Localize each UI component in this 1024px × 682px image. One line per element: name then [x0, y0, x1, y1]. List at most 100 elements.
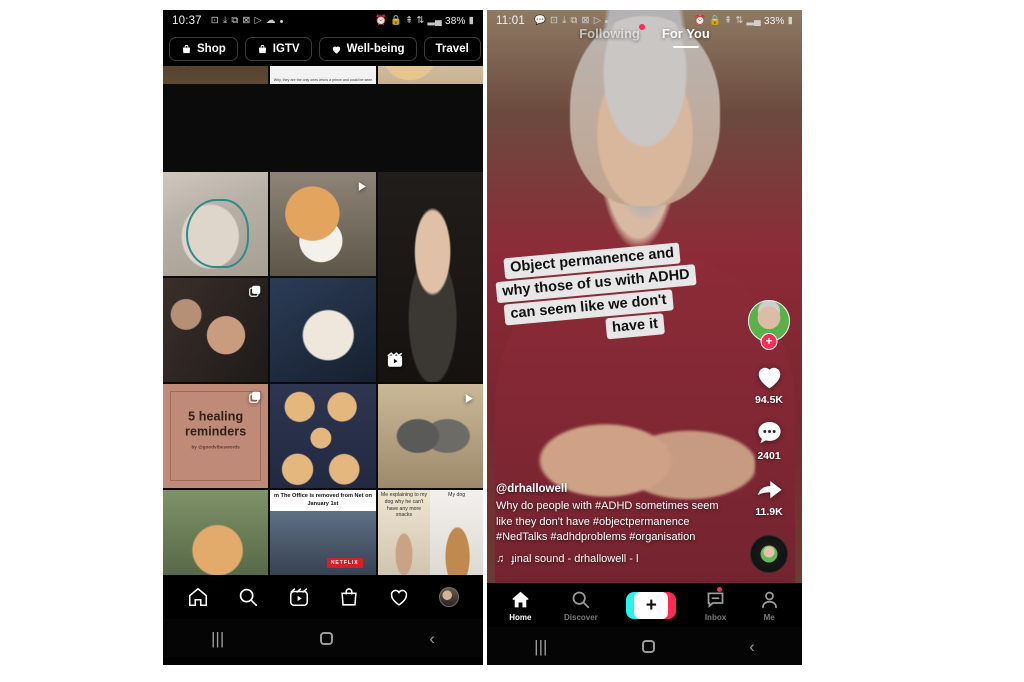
tile-dog-outline-drawing[interactable] — [163, 172, 269, 276]
music-disc-icon[interactable] — [750, 535, 788, 573]
nav-reels-icon[interactable] — [288, 586, 310, 608]
nav-search-icon[interactable] — [237, 586, 259, 608]
battery-icon: ▮ — [468, 15, 474, 27]
tile-puppies-on-stairs[interactable] — [377, 384, 483, 488]
dot-icon — [605, 19, 609, 23]
instagram-explore-grid[interactable]: Why, they are the only ones who's a prin… — [163, 66, 483, 575]
video-description: Why do people with #ADHD sometimes seem … — [496, 500, 719, 543]
meme-right-caption: My dog — [448, 492, 466, 498]
screenshot-icon: ⧉ — [231, 15, 239, 27]
follow-button[interactable]: + — [760, 333, 778, 350]
pill-igtv-label: IGTV — [272, 43, 300, 55]
nav-profile-avatar[interactable] — [438, 587, 459, 607]
message-icon: 💬 — [533, 15, 546, 27]
screenshot-canvas: 10:37 ⊡ ⤓ ⧉ ⊠ ▷ ☁ ⏰ 🔒 ⇞ ⇅ ▂▄ 38% ▮ Shop … — [0, 0, 1024, 682]
video-subject-head — [569, 16, 720, 206]
pill-well-being-label: Well-being — [346, 43, 405, 55]
nav-shop-icon[interactable] — [338, 586, 360, 608]
tiktok-bottom-nav[interactable]: Home Discover + Inbox Me — [487, 583, 802, 627]
tile-corgi-bread-buns[interactable] — [270, 384, 376, 488]
tt-nav-home[interactable]: Home — [509, 589, 531, 622]
tile-dog-snacks-meme[interactable]: Me explaining to my dog why he can't hav… — [377, 490, 483, 575]
tt-nav-me[interactable]: Me — [759, 589, 780, 622]
wifi-icon: ⇞ — [724, 15, 733, 27]
like-action[interactable]: 94.5K — [754, 361, 785, 406]
payment-icon: ⊡ — [549, 15, 559, 27]
download-icon: ⤓ — [222, 15, 228, 27]
pill-shop[interactable]: Shop — [169, 37, 238, 61]
phone-right-tiktok: 11:01 💬 ⊡ ⤓ ⧉ ⊠ ▷ ⏰ 🔒 ⇞ ⇅ ▂▄ 33% ▮ Follo… — [487, 10, 802, 665]
tile-healing-reminders[interactable]: 5 healing reminders by @goodvibeswords — [163, 384, 269, 488]
comment-action[interactable]: 2401 — [754, 417, 785, 462]
play-store-icon: ▷ — [254, 15, 263, 27]
pill-travel[interactable]: Travel — [423, 37, 481, 61]
nav-home-icon[interactable] — [187, 586, 209, 608]
android-system-nav-right[interactable]: ||| ‹ — [487, 627, 802, 665]
back-button[interactable]: ‹ — [749, 638, 755, 655]
home-square-icon[interactable] — [641, 639, 655, 653]
status-time: 11:01 — [496, 15, 525, 27]
tiktok-video-meta: @drhallowell Why do people with #ADHD so… — [496, 483, 728, 565]
phone-left-instagram: 10:37 ⊡ ⤓ ⧉ ⊠ ▷ ☁ ⏰ 🔒 ⇞ ⇅ ▂▄ 38% ▮ Shop … — [163, 10, 483, 665]
instagram-bottom-nav[interactable] — [163, 575, 483, 619]
tile-corgi-howling-video[interactable] — [270, 172, 376, 276]
pill-shop-label: Shop — [197, 43, 226, 55]
wifi-icon: ⇞ — [405, 15, 414, 27]
tile-christopher-walken-reel[interactable] — [377, 172, 483, 382]
back-button[interactable]: ‹ — [429, 630, 435, 647]
play-icon — [462, 392, 475, 410]
tile-the-office-netflix-meme[interactable]: m The Office is removed from Net on Janu… — [270, 490, 376, 575]
create-plus-glyph: + — [634, 591, 669, 619]
office-meme-caption: m The Office is removed from Net on Janu… — [270, 490, 376, 512]
active-tab-underline — [672, 45, 699, 48]
tile-puppy-belly[interactable] — [270, 278, 376, 382]
heart-icon — [758, 367, 780, 389]
android-system-nav-left[interactable]: ||| ‹ — [163, 619, 483, 657]
signal-icon: ▂▄ — [746, 15, 761, 27]
shop-bag-icon — [182, 44, 191, 53]
recents-button[interactable]: ||| — [211, 630, 224, 647]
tt-nav-create[interactable]: + — [626, 591, 677, 619]
meme-split: Me explaining to my dog why he can't hav… — [377, 490, 483, 575]
tile-corgi-held-up[interactable] — [163, 490, 269, 575]
network-icon: ⇅ — [735, 15, 744, 27]
lock-icon: 🔒 — [709, 15, 722, 27]
music-note-icon: ♫ — [496, 553, 505, 565]
signal-icon: ▂▄ — [427, 15, 442, 27]
tile-cut-caption[interactable]: Why, they are the only ones who's a prin… — [270, 66, 376, 84]
pill-well-being[interactable]: Well-being — [318, 37, 417, 61]
lock-icon: 🔒 — [390, 15, 403, 27]
music-title: ɟinal sound - drhallowell - l — [511, 553, 639, 565]
healing-line-1: 5 healing — [188, 409, 244, 424]
netflix-logo: NETFLIX — [326, 558, 363, 568]
pill-igtv[interactable]: IGTV — [244, 37, 312, 61]
nav-activity-heart-icon[interactable] — [388, 586, 410, 608]
tt-nav-home-label: Home — [509, 612, 532, 622]
network-icon: ⇅ — [416, 15, 425, 27]
tile-man-selfie-crowd[interactable] — [163, 278, 269, 382]
tt-nav-discover[interactable]: Discover — [564, 589, 598, 622]
tile-cut-food-left[interactable] — [163, 66, 269, 84]
status-time: 10:37 — [172, 15, 202, 27]
tt-nav-inbox[interactable]: Inbox — [705, 586, 726, 622]
share-arrow-icon — [757, 481, 782, 499]
screenshot-icon: ⧉ — [570, 15, 578, 27]
tile-cut-food-right[interactable] — [377, 66, 483, 84]
share-action[interactable]: 11.9K — [754, 473, 785, 518]
like-count: 94.5K — [754, 394, 784, 406]
music-row[interactable]: ♫ ɟinal sound - drhallowell - l — [496, 553, 728, 565]
tiktok-action-rail[interactable]: + 94.5K 2401 11.9K — [742, 300, 796, 573]
tiktok-video-player[interactable]: Following For You Object permanence and … — [487, 10, 802, 583]
carousel-icon — [248, 284, 262, 303]
creator-avatar-wrapper[interactable]: + — [748, 300, 790, 350]
carousel-icon — [248, 390, 262, 409]
home-square-icon[interactable] — [320, 631, 334, 645]
inbox-icon — [707, 592, 724, 608]
person-icon — [761, 591, 777, 608]
tt-nav-discover-label: Discover — [564, 612, 598, 622]
creator-handle[interactable]: @drhallowell — [496, 483, 728, 495]
recents-button[interactable]: ||| — [534, 638, 547, 655]
create-plus-icon[interactable]: + — [626, 591, 677, 619]
tile-cut-caption-text: Why, they are the only ones who's a prin… — [273, 78, 373, 82]
healing-line-2: reminders — [184, 424, 247, 439]
